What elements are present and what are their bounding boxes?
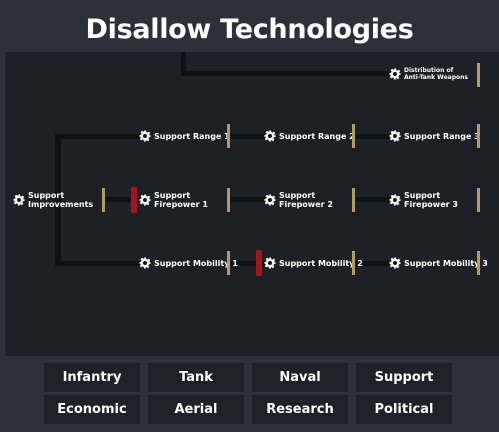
- disallowed-indicator: [256, 250, 262, 276]
- category-button-research[interactable]: Research: [252, 395, 348, 424]
- disallowed-indicator: [131, 187, 137, 213]
- tech-node-support-improvements[interactable]: Support Improvements: [13, 186, 93, 214]
- allowed-indicator: [477, 124, 480, 148]
- gear-icon: [139, 130, 151, 142]
- gear-icon: [389, 68, 401, 80]
- gear-icon: [389, 194, 401, 206]
- allowed-indicator: [352, 251, 355, 275]
- allowed-indicator: [477, 251, 480, 275]
- tech-node-support-range-1[interactable]: Support Range 1: [139, 122, 230, 150]
- gear-icon: [389, 130, 401, 142]
- tech-node-support-firepower-3[interactable]: Support Firepower 3: [389, 186, 458, 214]
- tech-node-label: Distribution of Anti-Tank Weapons: [404, 67, 468, 81]
- connector-line: [181, 71, 396, 76]
- tech-node-label: Support Mobility 2: [279, 258, 363, 268]
- tech-node-label: Support Firepower 1: [154, 191, 208, 209]
- category-button-naval[interactable]: Naval: [252, 363, 348, 392]
- tech-node-support-range-3[interactable]: Support Range 3: [389, 122, 480, 150]
- tech-node-support-firepower-1[interactable]: Support Firepower 1: [139, 186, 208, 214]
- tech-node-label: Support Range 1: [154, 131, 230, 141]
- allowed-indicator: [352, 188, 355, 212]
- page-title: Disallow Technologies: [85, 14, 414, 45]
- connector-line: [55, 134, 145, 139]
- tech-node-label: Support Range 2: [279, 131, 355, 141]
- tech-node-support-range-2[interactable]: Support Range 2: [264, 122, 355, 150]
- gear-icon: [13, 194, 25, 206]
- tech-tree-panel[interactable]: Distribution of Anti-Tank Weapons Suppor…: [5, 52, 499, 356]
- gear-icon: [139, 257, 151, 269]
- allowed-indicator: [227, 251, 230, 275]
- allowed-indicator: [477, 188, 480, 212]
- tech-node-label: Support Firepower 2: [279, 191, 333, 209]
- tech-node-support-mobility-2[interactable]: Support Mobility 2: [264, 249, 363, 277]
- allowed-indicator: [227, 188, 230, 212]
- tech-node-support-mobility-3[interactable]: Support Mobility 3: [389, 249, 488, 277]
- tech-node-label: Support Firepower 3: [404, 191, 458, 209]
- allowed-indicator: [477, 63, 480, 87]
- tech-node-support-mobility-1[interactable]: Support Mobility 1: [139, 249, 238, 277]
- tech-node-distribution-anti-tank[interactable]: Distribution of Anti-Tank Weapons: [389, 60, 468, 88]
- category-button-infantry[interactable]: Infantry: [44, 363, 140, 392]
- tech-node-label: Support Range 3: [404, 131, 480, 141]
- tech-node-support-firepower-2[interactable]: Support Firepower 2: [264, 186, 333, 214]
- tech-node-label: Support Mobility 3: [404, 258, 488, 268]
- category-button-political[interactable]: Political: [356, 395, 452, 424]
- allowed-indicator: [227, 124, 230, 148]
- category-button-economic[interactable]: Economic: [44, 395, 140, 424]
- connector-line: [55, 261, 145, 266]
- category-button-support[interactable]: Support: [356, 363, 452, 392]
- tech-node-label: Support Improvements: [28, 191, 94, 209]
- category-button-tank[interactable]: Tank: [148, 363, 244, 392]
- gear-icon: [264, 130, 276, 142]
- gear-icon: [264, 194, 276, 206]
- gear-icon: [139, 194, 151, 206]
- gear-icon: [264, 257, 276, 269]
- allowed-indicator: [352, 124, 355, 148]
- allowed-indicator: [102, 188, 105, 212]
- category-button-aerial[interactable]: Aerial: [148, 395, 244, 424]
- tech-node-label: Support Mobility 1: [154, 258, 238, 268]
- gear-icon: [389, 257, 401, 269]
